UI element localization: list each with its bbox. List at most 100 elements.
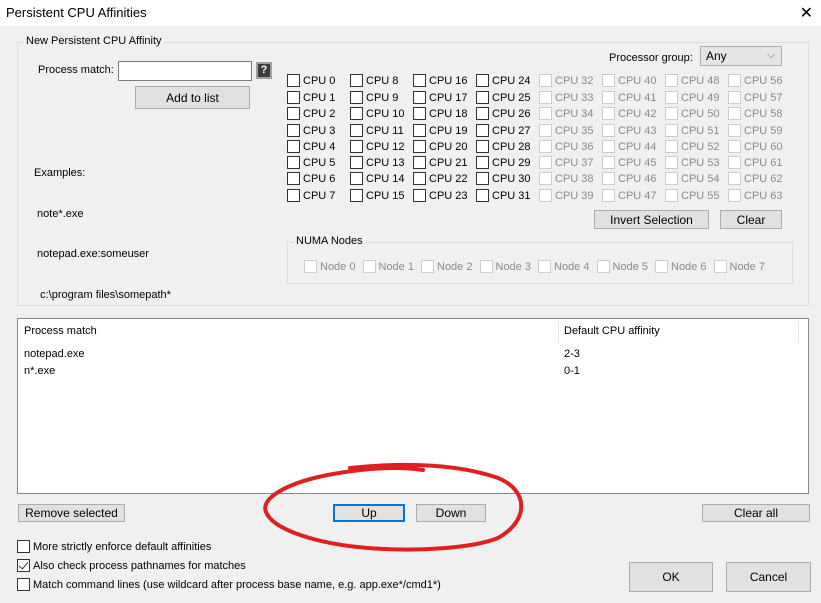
column-separator[interactable] [558, 321, 559, 343]
cpu-checkbox[interactable]: CPU 0 [287, 74, 335, 87]
checkbox[interactable] [350, 140, 363, 153]
checkbox[interactable] [350, 172, 363, 185]
cpu-checkbox[interactable]: CPU 9 [350, 91, 398, 104]
cpu-checkbox[interactable]: CPU 15 [350, 189, 405, 202]
clear-cpus-button[interactable]: Clear [720, 210, 782, 229]
checkbox[interactable] [413, 107, 426, 120]
checkbox[interactable] [350, 91, 363, 104]
column-separator[interactable] [798, 321, 799, 343]
cpu-checkbox[interactable]: CPU 13 [350, 156, 405, 169]
cancel-button[interactable]: Cancel [726, 562, 811, 592]
checkbox[interactable] [287, 172, 300, 185]
cpu-checkbox[interactable]: CPU 20 [413, 140, 468, 153]
invert-selection-button[interactable]: Invert Selection [594, 210, 709, 229]
processor-group-select[interactable]: Any ⌵ [700, 46, 782, 66]
cpu-checkbox[interactable]: CPU 28 [476, 140, 531, 153]
cpu-checkbox[interactable]: CPU 18 [413, 107, 468, 120]
cpu-checkbox[interactable]: CPU 22 [413, 172, 468, 185]
cpu-checkbox[interactable]: CPU 14 [350, 172, 405, 185]
checkbox[interactable] [413, 74, 426, 87]
checkbox[interactable] [413, 172, 426, 185]
checkbox[interactable] [476, 172, 489, 185]
close-icon[interactable]: ✕ [800, 3, 813, 23]
checkbox[interactable] [413, 140, 426, 153]
checkbox[interactable] [476, 156, 489, 169]
checkbox[interactable] [476, 124, 489, 137]
option-label: Match command lines (use wildcard after … [33, 578, 441, 591]
cpu-checkbox[interactable]: CPU 31 [476, 189, 531, 202]
table-row[interactable]: notepad.exe 2-3 [18, 346, 808, 363]
ok-button[interactable]: OK [629, 562, 713, 592]
cpu-label: CPU 58 [744, 107, 783, 120]
cpu-checkbox: CPU 36 [539, 140, 594, 153]
down-button[interactable]: Down [416, 504, 486, 522]
checkbox[interactable] [476, 107, 489, 120]
cpu-checkbox[interactable]: CPU 6 [287, 172, 335, 185]
checkbox[interactable] [350, 124, 363, 137]
checkbox[interactable] [287, 74, 300, 87]
checkbox[interactable] [350, 74, 363, 87]
cpu-checkbox[interactable]: CPU 23 [413, 189, 468, 202]
cpu-checkbox[interactable]: CPU 2 [287, 107, 335, 120]
checkbox[interactable] [350, 189, 363, 202]
cpu-checkbox: CPU 45 [602, 156, 657, 169]
checkbox[interactable] [413, 91, 426, 104]
cpu-checkbox[interactable]: CPU 3 [287, 124, 335, 137]
checkbox[interactable] [350, 107, 363, 120]
checkbox[interactable] [476, 189, 489, 202]
cpu-checkbox[interactable]: CPU 21 [413, 156, 468, 169]
cpu-checkbox[interactable]: CPU 5 [287, 156, 335, 169]
checkbox[interactable] [287, 140, 300, 153]
cpu-checkbox[interactable]: CPU 25 [476, 91, 531, 104]
cpu-label: CPU 19 [429, 124, 468, 137]
checkbox[interactable] [476, 91, 489, 104]
cpu-checkbox[interactable]: CPU 4 [287, 140, 335, 153]
cpu-checkbox[interactable]: CPU 11 [350, 124, 404, 137]
new-affinity-group-label: New Persistent CPU Affinity [24, 35, 164, 47]
checkbox[interactable] [17, 540, 30, 553]
checkbox[interactable] [350, 156, 363, 169]
cpu-label: CPU 62 [744, 172, 783, 185]
cpu-label: CPU 5 [303, 156, 336, 169]
cpu-checkbox[interactable]: CPU 16 [413, 74, 468, 87]
option-match-command-lines[interactable]: Match command lines (use wildcard after … [17, 578, 441, 591]
table-row[interactable]: n*.exe 0-1 [18, 363, 808, 380]
checkbox[interactable] [287, 156, 300, 169]
cpu-checkbox[interactable]: CPU 29 [476, 156, 531, 169]
column-header-default-affinity[interactable]: Default CPU affinity [564, 325, 660, 337]
add-to-list-button[interactable]: Add to list [135, 86, 250, 109]
column-header-process-match[interactable]: Process match [24, 325, 97, 337]
up-button[interactable]: Up [333, 504, 405, 522]
checkbox-checked[interactable] [17, 559, 30, 572]
cpu-checkbox[interactable]: CPU 17 [413, 91, 468, 104]
affinity-list[interactable]: Process match Default CPU affinity notep… [17, 318, 809, 494]
cpu-checkbox[interactable]: CPU 8 [350, 74, 398, 87]
checkbox[interactable] [476, 74, 489, 87]
cpu-checkbox[interactable]: CPU 24 [476, 74, 531, 87]
checkbox[interactable] [287, 91, 300, 104]
help-button[interactable]: ? [256, 62, 272, 79]
process-match-input[interactable] [118, 61, 252, 81]
option-strict-enforce[interactable]: More strictly enforce default affinities [17, 540, 211, 553]
clear-all-button[interactable]: Clear all [702, 504, 810, 522]
checkbox[interactable] [476, 140, 489, 153]
checkbox[interactable] [287, 107, 300, 120]
cpu-checkbox[interactable]: CPU 7 [287, 189, 335, 202]
checkbox [728, 91, 741, 104]
checkbox[interactable] [413, 189, 426, 202]
checkbox[interactable] [413, 156, 426, 169]
checkbox[interactable] [413, 124, 426, 137]
option-label: Also check process pathnames for matches [33, 559, 246, 572]
checkbox[interactable] [287, 189, 300, 202]
cpu-checkbox[interactable]: CPU 26 [476, 107, 531, 120]
cpu-checkbox[interactable]: CPU 19 [413, 124, 468, 137]
checkbox[interactable] [17, 578, 30, 591]
cpu-checkbox[interactable]: CPU 1 [287, 91, 335, 104]
cpu-checkbox[interactable]: CPU 27 [476, 124, 531, 137]
option-check-pathnames[interactable]: Also check process pathnames for matches [17, 559, 246, 572]
cpu-checkbox[interactable]: CPU 30 [476, 172, 531, 185]
cpu-checkbox[interactable]: CPU 12 [350, 140, 405, 153]
checkbox[interactable] [287, 124, 300, 137]
remove-selected-button[interactable]: Remove selected [18, 504, 125, 522]
cpu-checkbox[interactable]: CPU 10 [350, 107, 405, 120]
